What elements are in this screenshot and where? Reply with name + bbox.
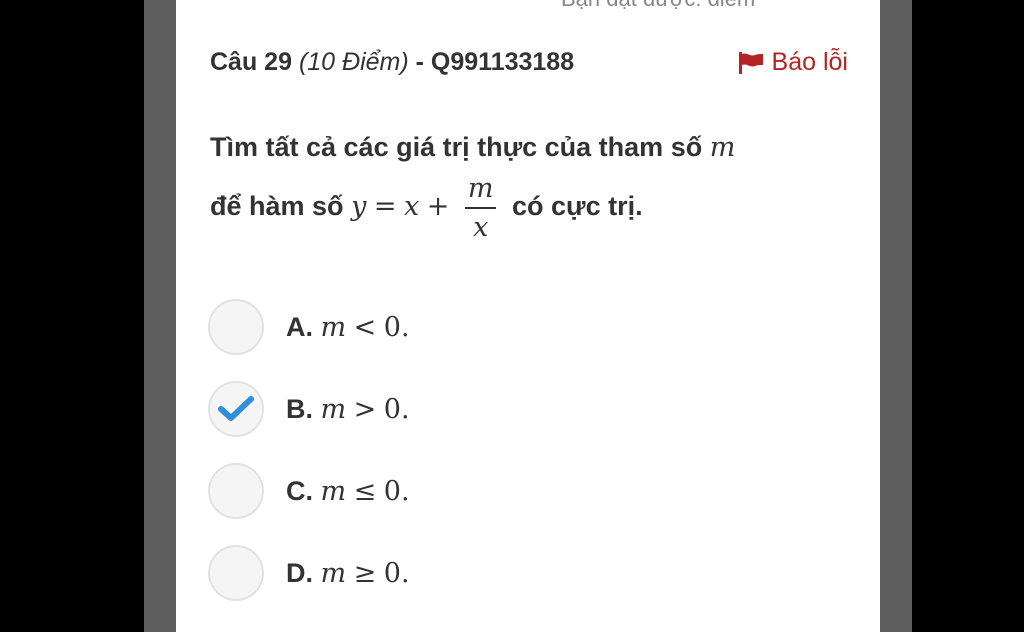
score-text: Bạn đạt được: điểm [561, 0, 755, 12]
radio-button[interactable] [208, 545, 264, 601]
func-y: y [351, 191, 367, 223]
func-x: x [403, 191, 420, 223]
option-c[interactable]: C. m ≤ 0. [208, 461, 410, 521]
option-label: D. m ≥ 0. [286, 557, 410, 589]
question-title: Câu 29 (10 Điểm) - Q991133188 [210, 48, 574, 77]
param-m: m [709, 132, 736, 163]
question-header: Câu 29 (10 Điểm) - Q991133188 Báo lỗi [210, 44, 850, 84]
question-code: - Q991133188 [415, 48, 575, 76]
func-plus: + [426, 191, 450, 223]
radio-button-selected[interactable] [208, 381, 264, 437]
option-label: B. m > 0. [286, 393, 410, 425]
option-a[interactable]: A. m < 0. [208, 297, 410, 357]
radio-button[interactable] [208, 299, 264, 355]
radio-button[interactable] [208, 463, 264, 519]
question-line-2: để hàm số y = x + m x có cực trị. [210, 173, 643, 243]
fraction-denominator: x [473, 212, 489, 243]
checkmark-icon [218, 396, 254, 421]
question-number: Câu 29 [210, 48, 292, 76]
report-error-button[interactable]: Báo lỗi [738, 48, 848, 77]
question-text: Tìm tất cả các giá trị thực của tham số … [210, 120, 850, 241]
question-line-1: Tìm tất cả các giá trị thực của tham số … [210, 132, 736, 163]
option-d[interactable]: D. m ≥ 0. [208, 543, 410, 603]
option-b[interactable]: B. m > 0. [208, 379, 410, 439]
fraction: m x [464, 175, 497, 243]
flag-icon [738, 51, 763, 74]
answer-options: A. m < 0. B. m > 0. C. m ≤ 0. D. m ≥ 0. [208, 297, 410, 625]
left-gutter [144, 0, 176, 632]
option-label: A. m < 0. [286, 311, 410, 343]
right-gutter [880, 0, 912, 632]
func-eq: = [373, 191, 397, 223]
report-error-label: Báo lỗi [771, 48, 848, 76]
option-label: C. m ≤ 0. [286, 475, 410, 507]
question-points: (10 Điểm) [298, 48, 409, 76]
fraction-numerator: m [464, 175, 497, 209]
question-card: Bạn đạt được: điểm Câu 29 (10 Điểm) - Q9… [176, 0, 880, 632]
